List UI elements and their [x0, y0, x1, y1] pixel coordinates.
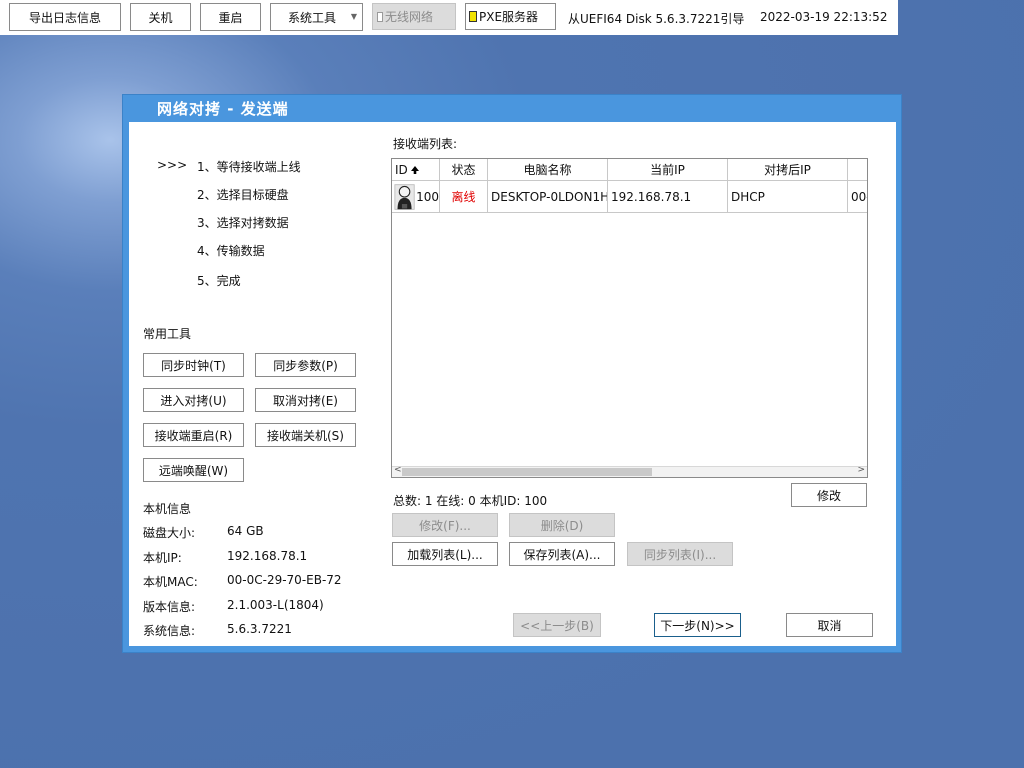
column-header-extra: [848, 159, 867, 181]
local-ip-label: 本机IP:: [143, 551, 182, 565]
save-list-button[interactable]: 保存列表(A)...: [509, 542, 615, 566]
cell-current-ip: 192.168.78.1: [608, 181, 728, 213]
column-header-id-label: ID: [395, 162, 408, 177]
version-label: 版本信息:: [143, 600, 196, 614]
chevron-down-icon: ▼: [350, 12, 357, 21]
local-ip-value: 192.168.78.1: [227, 549, 308, 563]
tools-title: 常用工具: [143, 327, 192, 341]
cell-after-ip: DHCP: [728, 181, 848, 213]
modify-button[interactable]: 修改(F)...: [392, 513, 498, 537]
step-4: 4、传输数据: [197, 244, 265, 258]
column-header-id[interactable]: ID: [392, 159, 440, 181]
sync-clock-button[interactable]: 同步时钟(T): [143, 353, 244, 377]
delete-button[interactable]: 删除(D): [509, 513, 615, 537]
dialog-body: >>> 1、等待接收端上线 2、选择目标硬盘 3、选择对拷数据 4、传输数据 5…: [129, 122, 896, 646]
system-tools-dropdown[interactable]: 系统工具 ▼: [270, 3, 363, 31]
system-info-value: 5.6.3.7221: [227, 622, 292, 636]
system-tools-label: 系统工具: [288, 10, 337, 25]
disk-size-value: 64 GB: [227, 524, 264, 538]
next-step-button[interactable]: 下一步(N)>>: [654, 613, 741, 637]
disk-size-label: 磁盘大小:: [143, 526, 196, 540]
pxe-label: PXE服务器: [479, 10, 539, 24]
local-mac-label: 本机MAC:: [143, 575, 198, 589]
scroll-left-icon[interactable]: <: [394, 465, 402, 475]
boot-info: 从UEFI64 Disk 5.6.3.7221引导: [568, 12, 745, 26]
step-5: 5、完成: [197, 274, 241, 288]
top-toolbar: 导出日志信息 关机 重启 系统工具 ▼ 无线网络 PXE服务器 从UEFI64 …: [0, 0, 898, 35]
modify-top-button[interactable]: 修改: [791, 483, 867, 507]
column-header-current-ip[interactable]: 当前IP: [608, 159, 728, 181]
column-header-status[interactable]: 状态: [440, 159, 488, 181]
system-info-label: 系统信息:: [143, 624, 196, 638]
dialog-title: 网络对拷 - 发送端: [157, 100, 289, 118]
wifi-checkbox[interactable]: 无线网络: [372, 3, 456, 30]
current-step-marker: >>>: [157, 158, 188, 172]
pxe-server-toggle[interactable]: PXE服务器: [465, 3, 556, 30]
checkbox-icon: [377, 11, 383, 22]
receiver-list-title: 接收端列表:: [393, 137, 458, 151]
datetime: 2022-03-19 22:13:52: [760, 10, 888, 24]
user-computer-icon: [394, 183, 415, 210]
shutdown-button[interactable]: 关机: [130, 3, 191, 31]
prev-step-button[interactable]: <<上一步(B): [513, 613, 601, 637]
step-2: 2、选择目标硬盘: [197, 188, 289, 202]
cancel-button[interactable]: 取消: [786, 613, 873, 637]
scroll-right-icon[interactable]: >: [857, 465, 865, 475]
cell-status: 离线: [440, 181, 488, 213]
sync-list-button[interactable]: 同步列表(I)...: [627, 542, 733, 566]
cell-id-value: 100: [416, 189, 439, 204]
column-header-after-ip[interactable]: 对拷后IP: [728, 159, 848, 181]
horizontal-scrollbar[interactable]: < >: [392, 465, 867, 477]
receiver-table[interactable]: ID 状态 电脑名称 当前IP 对拷后IP 100 离线 DESKTOP-0LD…: [391, 158, 868, 478]
cell-extra: 00-: [848, 181, 867, 213]
wake-remote-button[interactable]: 远端唤醒(W): [143, 458, 244, 482]
sync-params-button[interactable]: 同步参数(P): [255, 353, 356, 377]
cell-pc-name: DESKTOP-0LDON1H: [488, 181, 608, 213]
cell-id: 100: [392, 181, 440, 213]
wifi-label: 无线网络: [385, 10, 434, 24]
cancel-copy-button[interactable]: 取消对拷(E): [255, 388, 356, 412]
sort-up-icon: [410, 165, 419, 174]
enter-copy-button[interactable]: 进入对拷(U): [143, 388, 244, 412]
local-mac-value: 00-0C-29-70-EB-72: [227, 573, 342, 587]
receiver-summary: 总数: 1 在线: 0 本机ID: 100: [393, 494, 548, 508]
pxe-status-icon: [469, 11, 477, 22]
export-log-button[interactable]: 导出日志信息: [9, 3, 121, 31]
receiver-restart-button[interactable]: 接收端重启(R): [143, 423, 244, 447]
scrollbar-thumb[interactable]: [402, 468, 652, 476]
version-value: 2.1.003-L(1804): [227, 598, 324, 612]
step-3: 3、选择对拷数据: [197, 216, 289, 230]
column-header-pc-name[interactable]: 电脑名称: [488, 159, 608, 181]
restart-button[interactable]: 重启: [200, 3, 261, 31]
receiver-shutdown-button[interactable]: 接收端关机(S): [255, 423, 356, 447]
local-info-title: 本机信息: [143, 502, 192, 516]
network-copy-dialog: 网络对拷 - 发送端 >>> 1、等待接收端上线 2、选择目标硬盘 3、选择对拷…: [122, 94, 902, 653]
load-list-button[interactable]: 加载列表(L)...: [392, 542, 498, 566]
step-1: 1、等待接收端上线: [197, 160, 301, 174]
